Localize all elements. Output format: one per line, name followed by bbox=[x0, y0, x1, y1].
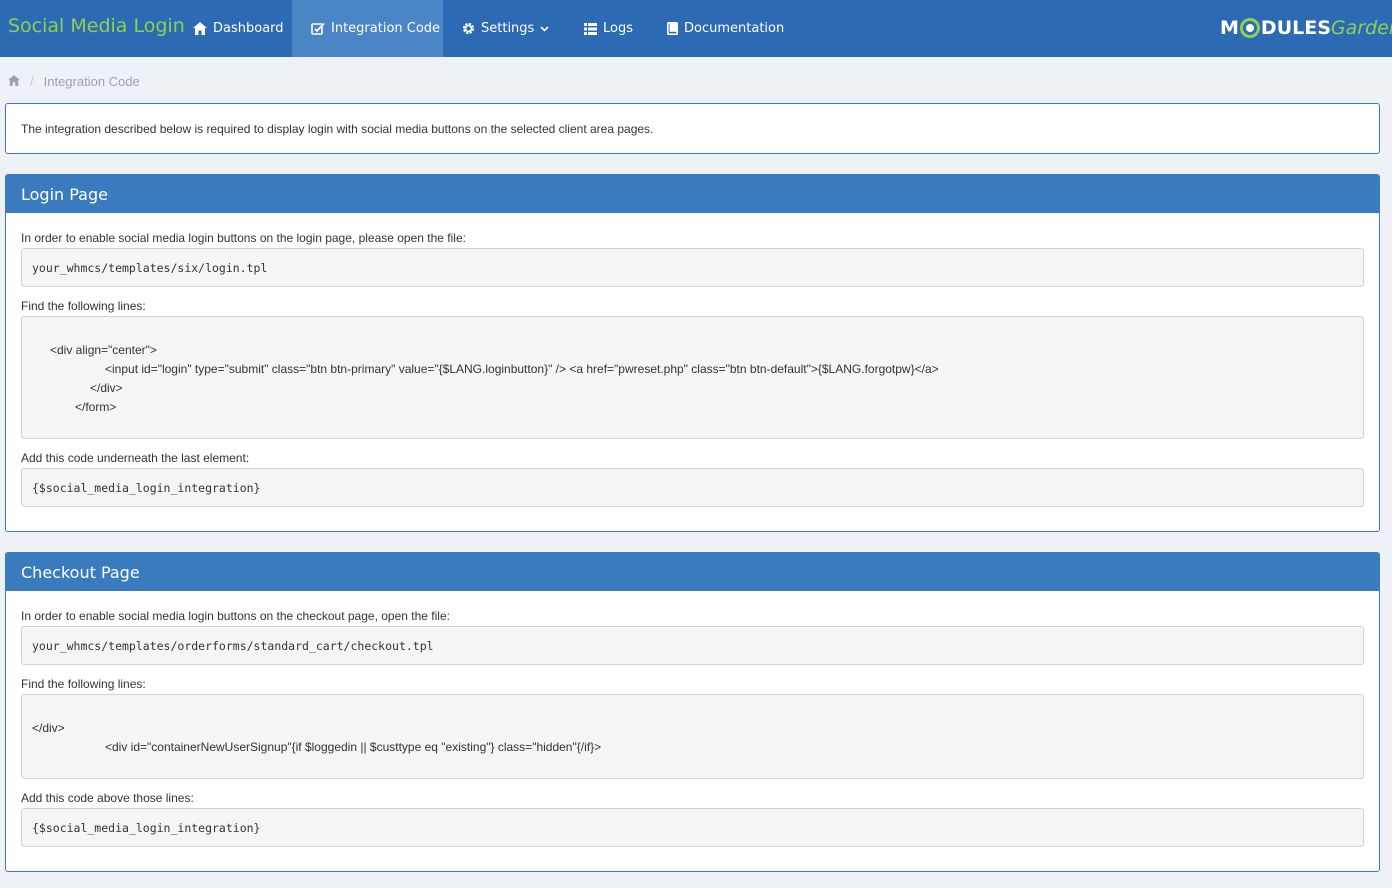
login-find-label: Find the following lines: bbox=[21, 299, 146, 313]
gear-icon bbox=[462, 22, 475, 35]
login-page-panel: Login Page In order to enable social med… bbox=[5, 174, 1380, 532]
top-navbar: Social Media Login Dashboard Integration… bbox=[0, 0, 1392, 57]
nav-settings-label: Settings bbox=[481, 21, 535, 36]
chevron-down-icon bbox=[540, 25, 549, 32]
logo-gear-icon bbox=[1239, 18, 1260, 38]
nav-dashboard[interactable]: Dashboard bbox=[174, 0, 303, 57]
nav-logs-label: Logs bbox=[603, 21, 633, 36]
checkout-page-panel: Checkout Page In order to enable social … bbox=[5, 552, 1380, 872]
login-file-path[interactable]: your_whmcs/templates/six/login.tpl bbox=[21, 248, 1364, 287]
list-icon bbox=[584, 22, 597, 35]
nav-dashboard-label: Dashboard bbox=[213, 21, 284, 36]
checkout-intro-text: In order to enable social media login bu… bbox=[21, 609, 450, 623]
snippet-line: </form> bbox=[75, 400, 117, 414]
breadcrumb-current: Integration Code bbox=[43, 73, 140, 89]
login-integration-code[interactable]: {$social_media_login_integration} bbox=[21, 468, 1364, 507]
home-icon[interactable] bbox=[8, 74, 20, 89]
checkout-file-path[interactable]: your_whmcs/templates/orderforms/standard… bbox=[21, 626, 1364, 665]
nav-logs[interactable]: Logs bbox=[565, 0, 652, 57]
nav-documentation[interactable]: Documentation bbox=[648, 0, 803, 57]
nav-integration-code[interactable]: Integration Code bbox=[292, 0, 443, 57]
nav-documentation-label: Documentation bbox=[684, 21, 785, 36]
nav-integration-code-label: Integration Code bbox=[331, 21, 441, 36]
snippet-line: <div id="containerNewUserSignup"{if $log… bbox=[105, 740, 602, 754]
modulesgarden-logo[interactable]: M DULES Garden bbox=[1220, 14, 1392, 42]
home-icon bbox=[193, 22, 207, 35]
login-add-label: Add this code underneath the last elemen… bbox=[21, 451, 250, 465]
login-code-snippet[interactable]: <div align="center"> <input id="login" t… bbox=[21, 316, 1364, 439]
login-intro-text: In order to enable social media login bu… bbox=[21, 231, 466, 245]
panel-title: Login Page bbox=[6, 175, 1379, 213]
nav-settings[interactable]: Settings bbox=[443, 0, 568, 57]
snippet-line: <input id="login" type="submit" class="b… bbox=[105, 362, 939, 376]
snippet-line: </div> bbox=[90, 381, 123, 395]
book-icon bbox=[667, 22, 678, 35]
info-notice: The integration described below is requi… bbox=[5, 103, 1380, 154]
panel-title: Checkout Page bbox=[6, 553, 1379, 591]
checkout-code-snippet[interactable]: </div> <div id="containerNewUserSignup"{… bbox=[21, 694, 1364, 779]
edit-square-icon bbox=[311, 22, 325, 35]
checkout-find-label: Find the following lines: bbox=[21, 677, 146, 691]
breadcrumb: / Integration Code bbox=[8, 72, 140, 90]
brand-title[interactable]: Social Media Login bbox=[8, 15, 185, 37]
snippet-line: </div> bbox=[32, 721, 65, 735]
snippet-line: <div align="center"> bbox=[50, 343, 157, 357]
checkout-add-label: Add this code above those lines: bbox=[21, 791, 194, 805]
checkout-integration-code[interactable]: {$social_media_login_integration} bbox=[21, 808, 1364, 847]
breadcrumb-separator: / bbox=[30, 73, 34, 89]
